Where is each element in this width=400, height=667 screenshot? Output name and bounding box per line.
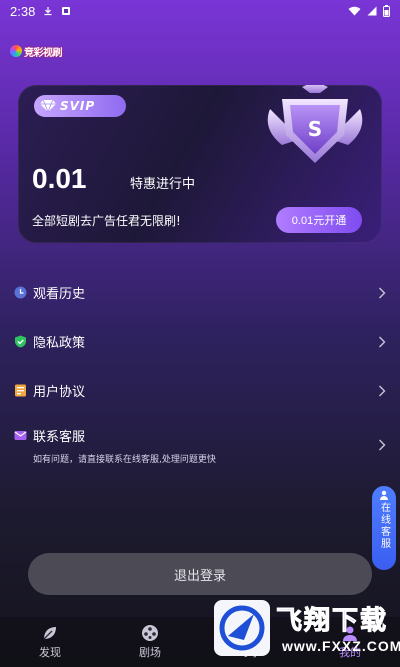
- diamond-icon: [40, 99, 56, 113]
- watermark-logo-icon: [214, 600, 270, 656]
- vip-open-button[interactable]: 0.01元开通: [276, 207, 362, 233]
- online-service-label: 在线客服: [378, 502, 390, 550]
- tab-label: 剧场: [139, 646, 161, 659]
- clock-icon: [14, 286, 27, 299]
- status-time: 2:38: [10, 3, 36, 19]
- customer-service-hint: 如有问题，请直接联系在线客服,处理问题更快: [33, 454, 216, 465]
- vip-price: 0.01: [32, 163, 87, 194]
- menu-item-agreement[interactable]: 用户协议: [0, 366, 400, 415]
- menu-item-label: 隐私政策: [33, 336, 86, 351]
- tab-theater[interactable]: 剧场: [100, 617, 200, 667]
- wifi-icon: [348, 6, 361, 16]
- logo-mark-icon: [10, 45, 22, 57]
- chevron-right-icon: [379, 336, 386, 347]
- svip-label: SVIP: [60, 99, 96, 113]
- crest-letter: S: [308, 117, 322, 141]
- logout-button[interactable]: 退出登录: [28, 553, 372, 595]
- menu-item-label: 观看历史: [33, 287, 86, 302]
- menu-item-privacy[interactable]: 隐私政策: [0, 317, 400, 366]
- status-icons: [348, 5, 390, 17]
- shield-check-icon: [15, 335, 26, 348]
- download-icon: [44, 7, 52, 16]
- menu-item-customer-service[interactable]: 联系客服 如有问题，请直接联系在线客服,处理问题更快: [0, 415, 400, 475]
- promo-text: 特惠进行中: [130, 177, 196, 192]
- site-watermark: 飞翔下载 www.FXXZ.COM: [214, 598, 400, 664]
- chevron-right-icon: [379, 439, 386, 451]
- svip-badge: SVIP: [34, 95, 126, 117]
- notification-icon: [62, 7, 71, 15]
- tab-label: 发现: [39, 646, 61, 659]
- chevron-right-icon: [379, 287, 386, 298]
- vip-description: 全部短剧去广告任君无限刷!: [32, 214, 181, 228]
- tab-discover[interactable]: 发现: [0, 617, 100, 667]
- status-bar: 2:38: [0, 0, 400, 22]
- film-reel-icon: [142, 625, 158, 641]
- app-logo: 竞彩视刷: [10, 42, 63, 60]
- menu-item-history[interactable]: 观看历史: [0, 268, 400, 317]
- document-icon: [15, 384, 26, 397]
- logo-text: 竞彩视刷: [24, 47, 63, 59]
- signal-icon: [367, 6, 377, 16]
- menu-item-label: 联系客服: [33, 429, 86, 445]
- chevron-right-icon: [379, 385, 386, 396]
- vip-card: SVIP S 0.01 特惠进行中 全部短剧去广告任君无限刷! 0.01元开通: [18, 85, 382, 243]
- online-service-float-button[interactable]: 在线客服: [372, 486, 396, 570]
- battery-icon: [383, 5, 390, 17]
- watermark-domain: www.FXXZ.COM: [282, 638, 400, 654]
- settings-menu: 观看历史 隐私政策 用户协议 联系客服 如有问题，请直接联系在线客服,处理问题更…: [0, 268, 400, 475]
- menu-item-label: 用户协议: [33, 385, 86, 400]
- person-icon: [380, 490, 388, 500]
- svip-crest-icon: S: [267, 85, 363, 163]
- mail-icon: [14, 430, 27, 440]
- watermark-title: 飞翔下载: [275, 606, 389, 637]
- leaf-icon: [43, 627, 56, 640]
